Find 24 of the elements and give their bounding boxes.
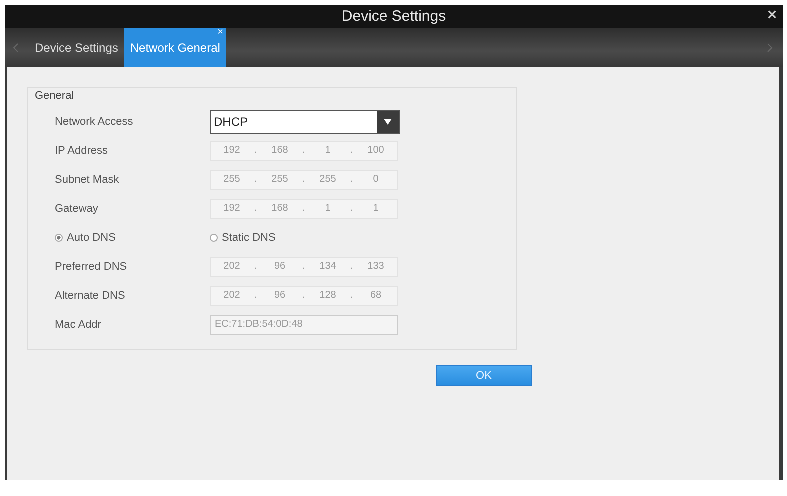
network-access-dropdown[interactable]: DHCP: [210, 110, 400, 134]
field-label: IP Address: [54, 144, 109, 156]
dropdown-arrow-icon: [384, 118, 392, 124]
chevron-left-icon[interactable]: [13, 42, 19, 52]
dns-radio-option[interactable]: Auto DNS: [35, 232, 210, 244]
dns-radio-option[interactable]: Static DNS: [210, 232, 276, 244]
radio-button[interactable]: [210, 234, 218, 242]
tab[interactable]: Device Settings: [29, 28, 124, 67]
field-label: Subnet Mask: [54, 174, 120, 186]
field-label: Mac Addr: [54, 318, 102, 330]
radio-button[interactable]: [55, 234, 63, 242]
radio-label: Auto DNS: [67, 232, 116, 244]
field-label: Network Access: [54, 116, 134, 128]
field-label: Alternate DNS: [54, 290, 126, 302]
chevron-right-icon[interactable]: [767, 42, 773, 52]
group-title: General: [35, 90, 76, 102]
ok-button[interactable]: OK: [436, 365, 532, 386]
window-title: Device Settings: [342, 8, 446, 25]
tab-close-button[interactable]: ×: [218, 28, 224, 38]
close-button[interactable]: ×: [766, 7, 779, 25]
tab[interactable]: Network General ×: [124, 28, 226, 67]
field-label: Gateway: [54, 202, 100, 214]
field-label: Preferred DNS: [54, 260, 128, 272]
radio-label: Static DNS: [222, 232, 276, 244]
